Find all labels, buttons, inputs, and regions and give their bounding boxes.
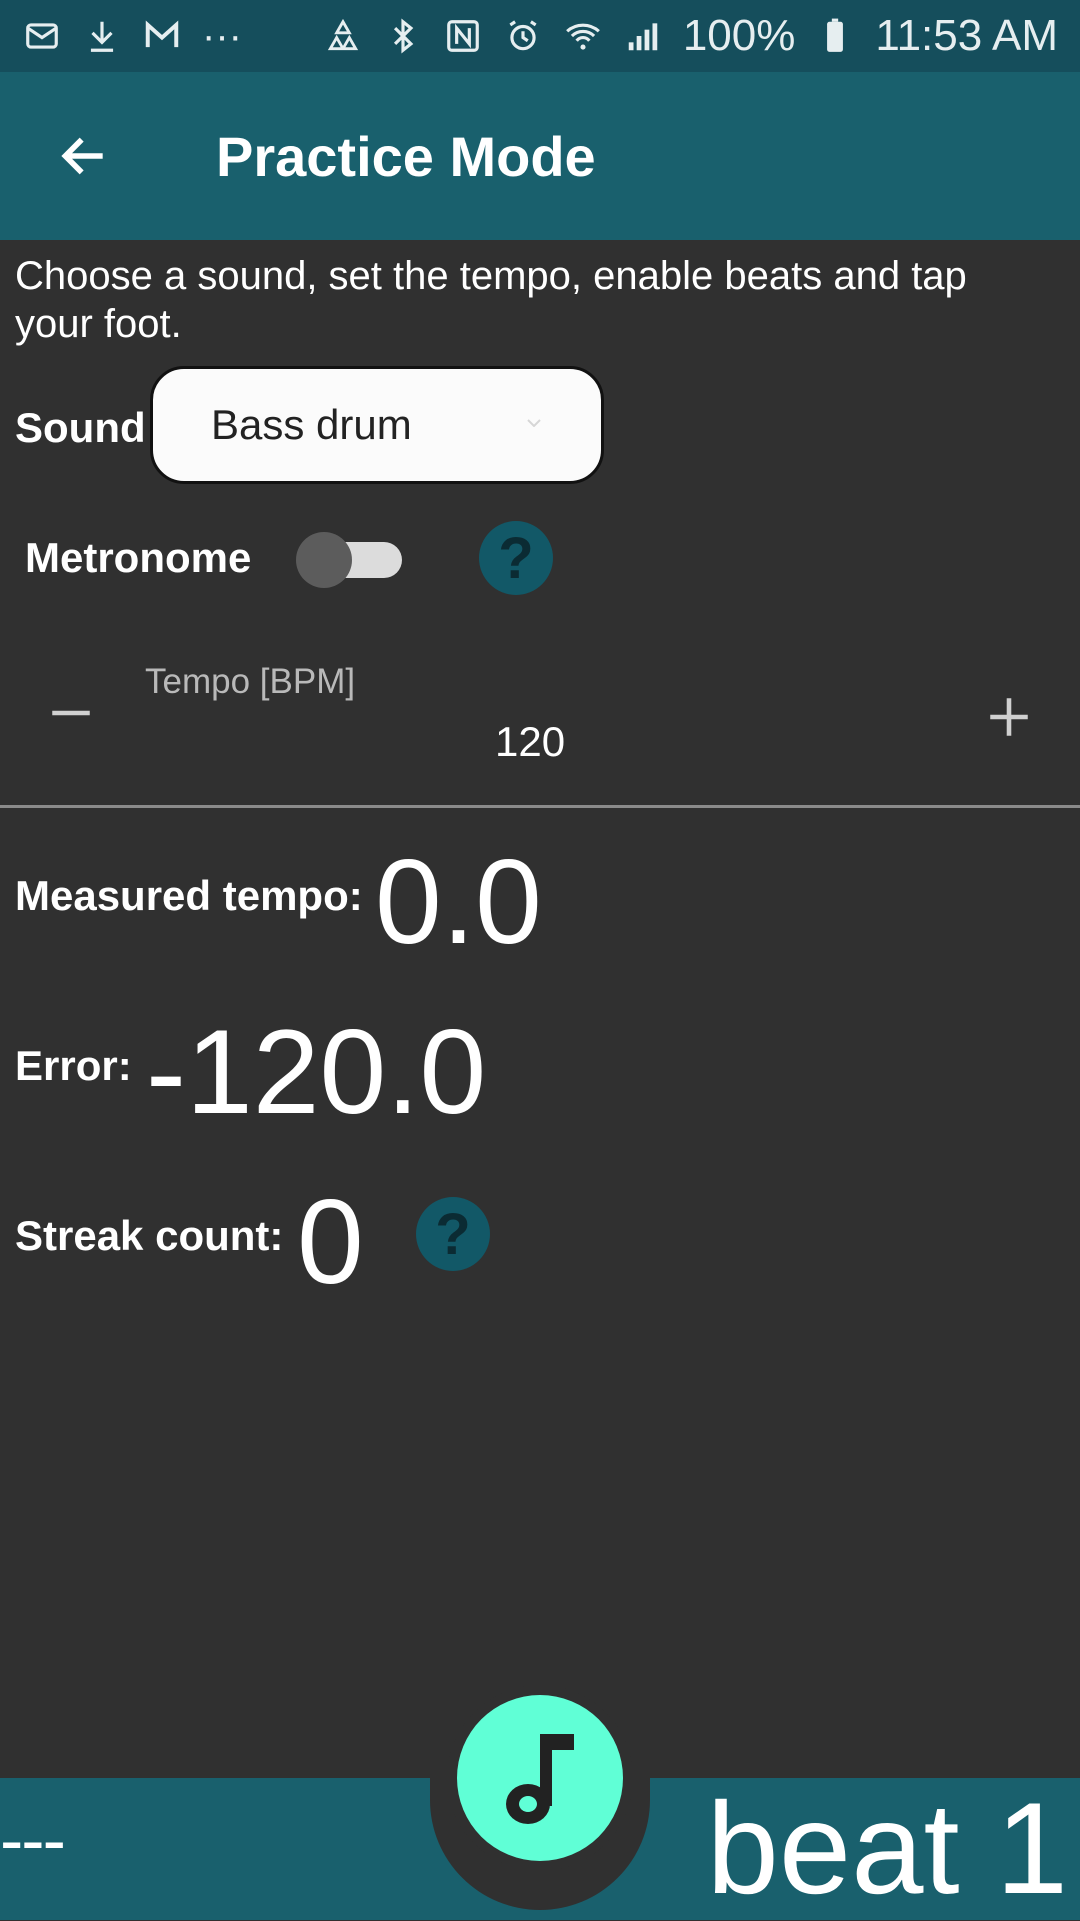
intro-text: Choose a sound, set the tempo, enable be… — [15, 254, 967, 346]
streak-help-button[interactable]: ? — [416, 1197, 490, 1271]
mail-icon — [22, 16, 62, 56]
alarm-icon — [503, 16, 543, 56]
gmail-icon — [142, 16, 182, 56]
bluetooth-icon — [383, 16, 423, 56]
sound-select[interactable]: Bass drum — [150, 366, 604, 484]
bottom-status-text: --- — [0, 1801, 66, 1879]
more-dots-icon: ··· — [202, 13, 242, 58]
tempo-label: Tempo [BPM] — [145, 662, 356, 701]
status-bar: ··· 100% 11:53 AM — [0, 0, 1080, 72]
metronome-toggle[interactable] — [296, 530, 406, 588]
metronome-label: Metronome — [25, 534, 252, 581]
wifi-icon — [563, 16, 603, 56]
plus-icon — [990, 698, 1028, 736]
error-label: Error: — [15, 1042, 132, 1089]
toggle-thumb — [296, 532, 352, 588]
sound-select-value: Bass drum — [211, 401, 412, 448]
app-bar: Practice Mode — [0, 72, 1080, 240]
download-icon — [82, 16, 122, 56]
sound-label: Sound — [15, 404, 146, 451]
tempo-decrement-button[interactable] — [46, 688, 96, 738]
minus-icon — [52, 710, 90, 716]
battery-percent: 100% — [682, 11, 796, 60]
measured-tempo-label: Measured tempo: — [15, 872, 363, 919]
chevron-down-icon — [527, 419, 541, 427]
error-value: -120.0 — [146, 1005, 487, 1139]
recycle-icon — [323, 16, 363, 56]
arrow-left-icon — [61, 137, 103, 175]
signal-icon — [623, 16, 663, 56]
tempo-increment-button[interactable] — [984, 692, 1034, 742]
page-title: Practice Mode — [216, 124, 596, 188]
clock: 11:53 AM — [875, 11, 1058, 60]
back-button[interactable] — [52, 124, 116, 188]
streak-count-value: 0 — [297, 1175, 364, 1309]
divider — [0, 805, 1080, 808]
beat-indicator: beat 1 — [706, 1775, 1068, 1921]
music-note-icon — [506, 1734, 574, 1824]
help-icon: ? — [435, 1201, 471, 1267]
battery-icon — [815, 16, 855, 56]
status-right: 100% 11:53 AM — [323, 11, 1058, 61]
help-icon: ? — [498, 525, 534, 591]
nfc-icon — [443, 16, 483, 56]
status-left: ··· — [22, 14, 242, 59]
metronome-help-button[interactable]: ? — [479, 521, 553, 595]
streak-count-label: Streak count: — [15, 1212, 284, 1259]
tap-button[interactable] — [457, 1695, 623, 1861]
tempo-input[interactable]: 120 — [495, 718, 565, 766]
measured-tempo-value: 0.0 — [375, 835, 542, 969]
